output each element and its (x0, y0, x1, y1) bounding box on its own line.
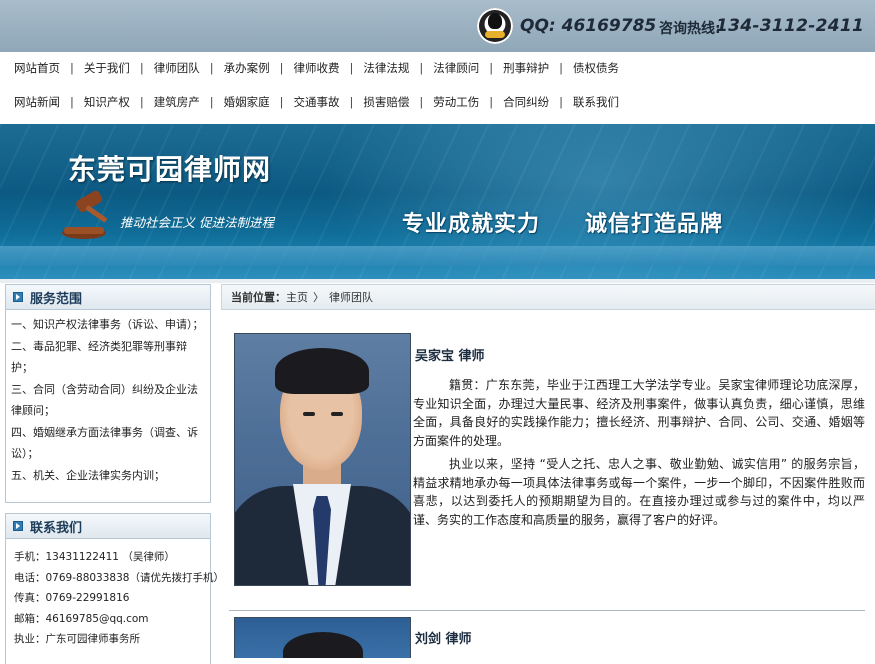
nav-separator: | (279, 61, 284, 75)
breadcrumb-current: 律师团队 (329, 291, 373, 304)
contact-item: 手机：13431122411 （吴律师） (14, 551, 175, 563)
breadcrumb: 当前位置： 主页 〉 律师团队 (221, 284, 875, 310)
nav-link[interactable]: 法律法规 (363, 60, 409, 76)
qq-penguin-icon[interactable] (477, 8, 513, 44)
site-title: 东莞可园律师网 (68, 153, 272, 186)
banner-slogan-professional: 专业成就实力 (402, 212, 541, 237)
nav-separator: | (70, 61, 74, 75)
nav-separator: | (489, 61, 494, 75)
nav-link[interactable]: 网站首页 (14, 60, 60, 76)
top-contact-bar: QQ: 46169785 咨询热线: 134-3112-2411 (0, 0, 875, 52)
contact-item: 执业：广东可园律师事务所 (14, 633, 140, 645)
lawyer-name: 刘剑 律师 (415, 632, 472, 647)
nav-separator: | (209, 95, 214, 109)
portrait-eye (331, 412, 343, 416)
nav-separator: | (349, 95, 354, 109)
nav-link[interactable]: 律师收费 (294, 60, 340, 76)
nav-link[interactable]: 律师团队 (154, 60, 200, 76)
contact-title: 联系我们 (30, 520, 83, 536)
contact-item: 传真：0769-22991816 (14, 592, 130, 604)
contact-list: 手机：13431122411 （吴律师） 电话：0769-88033838（请优先… (6, 539, 224, 650)
services-panel-header: 服务范围 (6, 285, 210, 310)
service-item: 一、知识产权法律事务（诉讼、申请）； (11, 318, 204, 331)
portrait-hair (275, 348, 369, 394)
breadcrumb-separator: 〉 (313, 291, 324, 304)
hotline-label: 咨询热线: (659, 21, 721, 37)
contact-panel-header: 联系我们 (6, 514, 210, 539)
hotline-number: 134-3112-2411 (716, 16, 865, 36)
nav-separator: | (559, 61, 563, 75)
banner-slogan-integrity: 诚信打造品牌 (585, 212, 724, 237)
services-title: 服务范围 (30, 291, 83, 307)
lawyer-divider (229, 610, 865, 611)
lawyer-bio-paragraph: 籍贯：广东东莞，毕业于江西理工大学法学专业。吴家宝律师理论功底深厚，专业知识全面… (413, 378, 865, 448)
nav-link[interactable]: 建筑房产 (154, 94, 200, 110)
nav-separator: | (139, 95, 144, 109)
nav-link[interactable]: 损害赔偿 (363, 94, 409, 110)
nav-link[interactable]: 法律顾问 (433, 60, 479, 76)
nav-link[interactable]: 网站新闻 (14, 94, 60, 110)
service-item: 二、毒品犯罪、经济类犯罪等刑事辩护； (11, 339, 187, 375)
services-panel: 服务范围 一、知识产权法律事务（诉讼、申请）； 二、毒品犯罪、经济类犯罪等刑事辩护… (5, 284, 211, 503)
contact-item: 电话：0769-88033838（请优先拨打手机） (14, 571, 224, 584)
service-item: 四、婚姻继承方面法律事务（调查、诉讼）； (11, 425, 198, 461)
contact-item: 邮箱：46169785@qq.com (14, 612, 149, 625)
nav-link[interactable]: 刑事辩护 (503, 60, 549, 76)
lawyer-bio-paragraph: 执业以来，坚持 “受人之托、忠人之事、敬业勤勉、诚实信用” 的服务宗旨，精益求精… (413, 457, 865, 527)
nav-separator: | (209, 61, 214, 75)
lawyer-photo (234, 617, 411, 658)
breadcrumb-label: 当前位置： (231, 291, 286, 304)
arrow-square-icon (13, 521, 23, 531)
breadcrumb-home-link[interactable]: 主页 (286, 289, 308, 305)
banner-divider (0, 279, 875, 283)
contact-panel: 联系我们 手机：13431122411 （吴律师） 电话：0769-8803383… (5, 513, 224, 664)
nav-link[interactable]: 承办案例 (224, 60, 270, 76)
main-nav-row-2: 网站新闻 | 知识产权 | 建筑房产 | 婚姻家庭 | 交通事故 | 损害赔偿 | 劳动工伤 | 合同纠纷 |… (14, 92, 619, 112)
nav-separator: | (349, 61, 354, 75)
nav-link[interactable]: 交通事故 (294, 94, 340, 110)
nav-separator: | (279, 95, 284, 109)
site-banner: 东莞可园律师网 推动社会正义 促进法制进程 专业成就实力 诚信打造品牌 (0, 124, 875, 279)
nav-link[interactable]: 婚姻家庭 (224, 94, 270, 110)
arrow-square-icon (13, 292, 23, 302)
gavel-icon (62, 190, 107, 239)
nav-separator: | (139, 61, 144, 75)
lawyer-name: 吴家宝 律师 (415, 349, 485, 364)
service-item: 五、机关、企业法律实务内训； (11, 468, 165, 482)
nav-separator: | (559, 95, 563, 109)
service-item: 三、合同（含劳动合同）纠纷及企业法律顾问； (11, 382, 198, 418)
lawyer-photo (234, 333, 411, 586)
nav-link[interactable]: 联系我们 (573, 94, 619, 110)
nav-separator: | (489, 95, 494, 109)
qq-number: QQ: 46169785 (520, 16, 657, 36)
banner-stripe (0, 246, 875, 266)
nav-link[interactable]: 合同纠纷 (503, 94, 549, 110)
nav-separator: | (419, 61, 424, 75)
services-list: 一、知识产权法律事务（诉讼、申请）； 二、毒品犯罪、经济类犯罪等刑事辩护； 三、合同… (6, 310, 210, 486)
main-nav-row-1: 网站首页 | 关于我们 | 律师团队 | 承办案例 | 律师收费 | 法律法规 | 法律顾问 | 刑事辩护 |… (14, 58, 619, 78)
nav-link[interactable]: 劳动工伤 (433, 94, 479, 110)
nav-link[interactable]: 债权债务 (573, 60, 619, 76)
portrait-hair (283, 632, 363, 658)
banner-slogan: 推动社会正义 促进法制进程 (120, 215, 274, 230)
nav-link[interactable]: 知识产权 (84, 94, 130, 110)
nav-separator: | (419, 95, 424, 109)
nav-separator: | (70, 95, 74, 109)
portrait-eye (303, 412, 315, 416)
nav-link[interactable]: 关于我们 (84, 60, 130, 76)
